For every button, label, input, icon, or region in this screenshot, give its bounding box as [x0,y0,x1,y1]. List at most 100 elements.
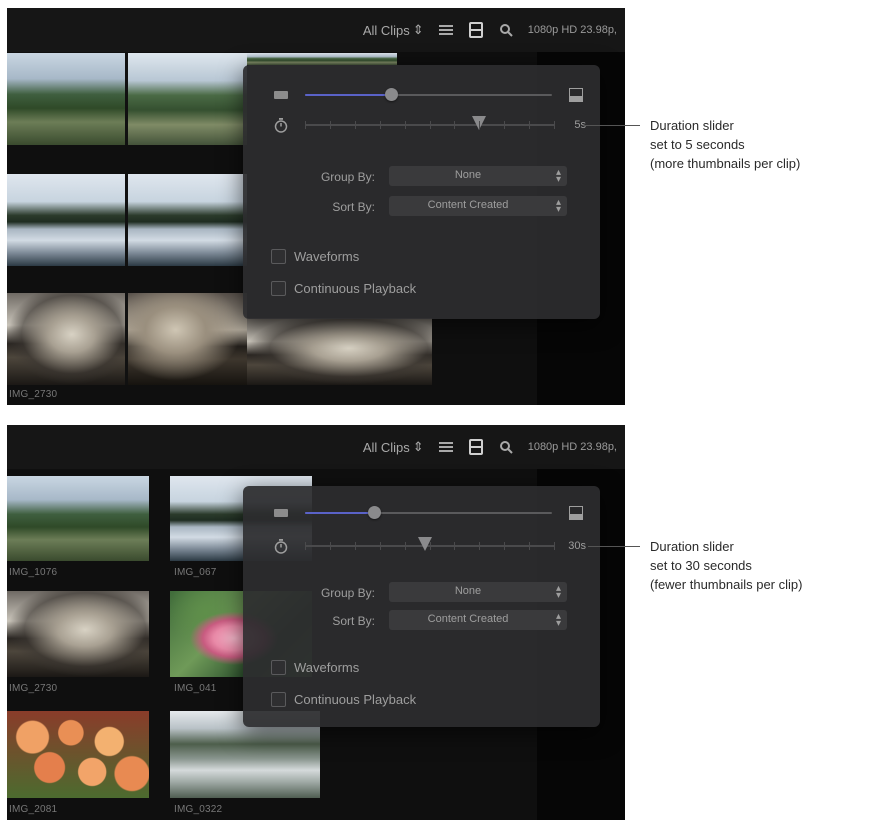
sort-by-label: Sort By: [332,200,375,214]
duration-slider-tick [379,121,381,129]
filmstrip[interactable] [7,293,247,385]
sort-by-label: Sort By: [332,614,375,628]
duration-slider-tick [429,542,431,550]
project-format-label: 1080p HD 23.98p, [527,24,617,36]
stopwatch-icon [271,538,291,554]
clips-filter-arrows: ⇕ [412,439,424,454]
continuous-playback-option[interactable]: Continuous Playback [271,279,416,297]
duration-slider-tick [329,542,331,550]
duration-row: 30s [271,536,586,556]
waveforms-checkbox[interactable] [271,659,286,675]
duration-slider-tick [479,121,481,129]
duration-slider-tick [454,542,456,550]
duration-slider-tick [354,121,356,129]
sort-by-select[interactable]: Content Created ▴ ▾ [389,610,567,630]
project-format-label: 1080p HD 23.98p, [527,441,617,453]
browser-panel-bottom: All Clips ⇕ 1080p HD 23.98p, IMG_1076 IM… [7,425,625,820]
callout-line-3: (more thumbnails per clip) [650,156,801,171]
select-arrows-icon: ▴ ▾ [555,197,561,215]
duration-slider-tick [554,542,555,550]
clip-thumbnail[interactable] [7,711,149,798]
clip-name: IMG_0322 [174,804,223,815]
callout-line-1: Duration slider [650,539,734,554]
clip-height-slider-knob[interactable] [385,88,399,101]
waveforms-label: Waveforms [294,659,360,675]
filmstrip[interactable] [7,53,247,145]
search-icon[interactable] [498,22,514,38]
waveforms-checkbox[interactable] [271,248,286,264]
sort-by-select[interactable]: Content Created ▴ ▾ [389,196,567,216]
clip-name: IMG_067 [174,567,217,578]
all-clips-menu[interactable]: All Clips ⇕ [363,439,424,455]
list-view-icon[interactable] [438,22,454,38]
callout-duration-30s: Duration slider set to 30 seconds (fewer… [650,537,802,594]
duration-slider-tick [354,542,356,550]
clip-height-slider-knob[interactable] [368,506,382,519]
continuous-playback-checkbox[interactable] [271,691,286,707]
continuous-playback-label: Continuous Playback [294,280,417,296]
group-by-value: None [454,585,482,597]
clip-thumbnail [128,293,247,385]
duration-slider-tick [554,121,555,129]
sort-by-row: Sort By: Content Created ▴ ▾ [243,610,600,632]
clip-appearance-popover: 30s Group By: None ▴ ▾ Sort By: Content C… [243,486,600,727]
group-by-label: Group By: [320,170,375,184]
clip-appearance-icon[interactable] [468,22,484,38]
duration-slider[interactable] [305,116,555,130]
waveforms-option[interactable]: Waveforms [271,247,359,265]
clip-height-slider[interactable] [305,506,552,519]
browser-panel-top: All Clips ⇕ 1080p HD 23.98p, IMG_2730 5s… [7,8,625,405]
clip-name: IMG_2730 [9,389,58,400]
duration-slider-tick [305,121,306,129]
clip-name: IMG_2730 [9,683,58,694]
sort-by-value: Content Created [427,613,509,625]
clip-appearance-popover: 5s Group By: None ▴ ▾ Sort By: Content Cr… [243,65,600,319]
group-by-label: Group By: [320,586,375,600]
group-by-row: Group By: None ▴ ▾ [243,582,600,604]
sort-by-value: Content Created [427,199,509,211]
group-by-select[interactable]: None ▴ ▾ [389,166,567,186]
clip-thumbnail [128,53,247,145]
duration-slider-tick [529,542,531,550]
duration-slider[interactable] [305,537,555,551]
continuous-playback-option[interactable]: Continuous Playback [271,690,416,708]
callout-line-2: set to 30 seconds [650,558,752,573]
duration-slider-tick [479,542,481,550]
clip-thumbnail[interactable] [7,591,149,677]
duration-slider-tick [379,542,381,550]
group-by-value: None [454,169,482,181]
clip-appearance-icon[interactable] [468,439,484,455]
duration-value: 30s [568,540,586,552]
all-clips-menu[interactable]: All Clips ⇕ [363,22,424,38]
clip-thumbnail [7,174,125,266]
clip-name: IMG_1076 [9,567,58,578]
duration-row: 5s [271,115,586,135]
continuous-playback-checkbox[interactable] [271,280,286,296]
clip-height-slider[interactable] [305,88,552,101]
waveforms-option[interactable]: Waveforms [271,658,359,676]
callout-line-3: (fewer thumbnails per clip) [650,577,803,592]
duration-slider-tick [404,542,406,550]
duration-slider-tick [305,542,306,550]
browser-toolbar: All Clips ⇕ 1080p HD 23.98p, [7,8,625,52]
clip-thumbnail [7,293,125,385]
list-view-icon[interactable] [438,439,454,455]
filmstrip[interactable] [7,174,247,266]
clip-thumbnail [247,318,432,385]
clip-height-row [271,85,586,105]
callout-leader-line [584,125,640,126]
clip-name: IMG_041 [174,683,217,694]
clips-filter-arrows: ⇕ [412,22,424,37]
clip-name: IMG_2081 [9,804,58,815]
group-by-select[interactable]: None ▴ ▾ [389,582,567,602]
small-clip-icon [271,87,291,103]
clip-thumbnail[interactable] [7,476,149,561]
group-by-row: Group By: None ▴ ▾ [243,166,600,188]
search-icon[interactable] [498,439,514,455]
duration-slider-tick [529,121,531,129]
clips-filter-label: All Clips [362,439,410,455]
clip-thumbnail [128,174,247,266]
duration-value: 5s [574,119,586,131]
callout-line-2: set to 5 seconds [650,137,745,152]
clips-filter-label: All Clips [362,22,410,38]
